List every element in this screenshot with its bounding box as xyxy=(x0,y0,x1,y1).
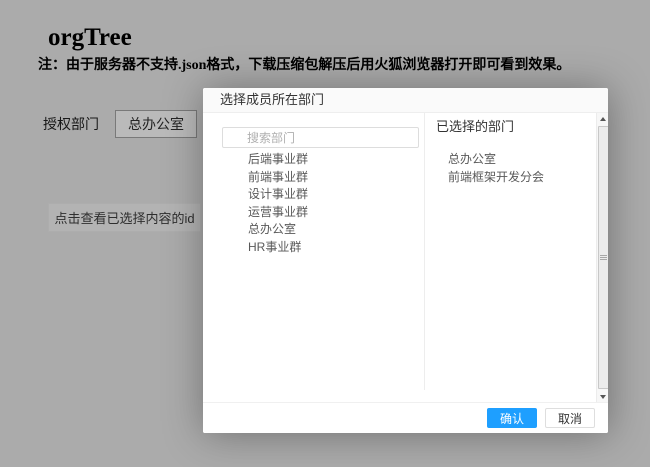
selected-pane: 已选择的部门 总办公室 前端框架开发分会 xyxy=(425,113,596,403)
dialog-header: 选择成员所在部门 xyxy=(203,88,608,113)
dialog-title: 选择成员所在部门 xyxy=(220,88,324,112)
selected-departments-list: 总办公室 前端框架开发分会 xyxy=(425,151,596,186)
department-picker-dialog: 选择成员所在部门 后端事业群 前端事业群 设计事业群 运营事业群 总办公室 HR… xyxy=(203,88,608,433)
confirm-button[interactable]: 确认 xyxy=(487,408,537,428)
dialog-body: 后端事业群 前端事业群 设计事业群 运营事业群 总办公室 HR事业群 已选择的部… xyxy=(203,113,608,403)
vertical-scrollbar[interactable] xyxy=(596,113,608,403)
scrollbar-grip-icon xyxy=(600,255,607,261)
search-department-input[interactable] xyxy=(222,127,419,148)
selected-departments-header: 已选择的部门 xyxy=(436,118,514,135)
scrollbar-thumb[interactable] xyxy=(598,126,608,389)
cancel-button[interactable]: 取消 xyxy=(545,408,595,428)
cancel-button-label: 取消 xyxy=(558,410,582,427)
scroll-down-icon xyxy=(600,395,606,399)
scroll-up-button[interactable] xyxy=(597,113,608,125)
dialog-footer: 确认 取消 xyxy=(203,402,608,433)
confirm-button-label: 确认 xyxy=(500,410,524,427)
selected-department-item[interactable]: 总办公室 xyxy=(448,151,596,169)
selected-department-item[interactable]: 前端框架开发分会 xyxy=(448,169,596,187)
screen: orgTree 注：由于服务器不支持.json格式，下载压缩包解压后用火狐浏览器… xyxy=(0,0,650,467)
scroll-up-icon xyxy=(600,117,606,121)
